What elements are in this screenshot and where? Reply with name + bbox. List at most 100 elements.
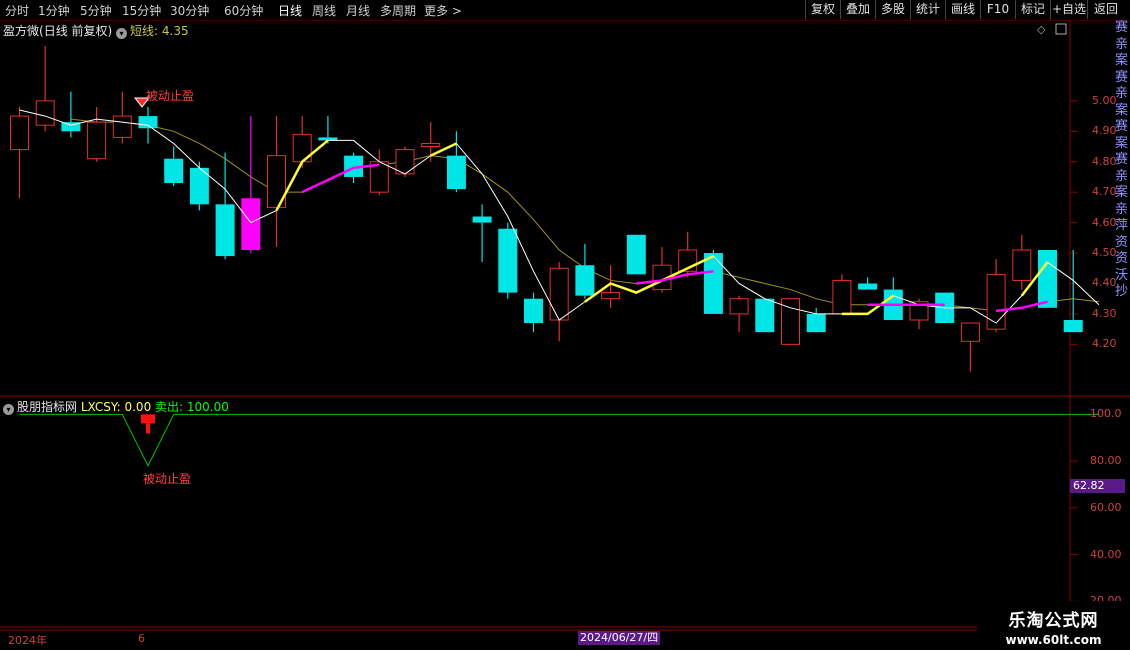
month-label: 6 [138,632,145,645]
magenta-trend-segment [995,300,1048,313]
candle-body [575,265,595,296]
price-tick-label: 4.70 [1092,185,1117,199]
candle-body [806,313,826,333]
candle-body [292,133,312,163]
candle-body [652,264,672,291]
candle-body [241,198,261,250]
candle-body [755,298,775,333]
draw-line-button[interactable]: 画线 [945,0,980,19]
candle-body [626,234,646,275]
watermark-title: 乐淘公式网 [1008,611,1099,631]
tab-5min[interactable]: 5分钟 [80,2,112,19]
short-label: 短线: [130,24,159,38]
fuquan-button[interactable]: 复权 [805,0,840,19]
sell-value: 100.00 [186,400,229,414]
candle-body [781,298,800,345]
back-button[interactable]: 返回 [1087,0,1124,19]
right-panel-edge: 赛亲案赛亲案赛案赛亲案亲萍资资沃抄 [1115,20,1129,299]
signal-label-indicator: 被动止盈 [143,472,192,486]
mark-button[interactable]: 标记 [1015,0,1050,19]
indicator-tick-label: 100.0 [1090,407,1122,421]
candle-body [858,283,878,290]
price-tick-label: 4.80 [1092,154,1117,168]
candle-body [935,292,955,324]
candle-body [524,298,543,324]
yellow-trend-segment [1020,261,1049,297]
stats-button[interactable]: 统计 [910,0,945,19]
tab-daily[interactable]: 日线 [278,2,302,19]
price-tick-label: 5.00 [1092,93,1117,107]
tab-30min[interactable]: 30分钟 [170,2,209,19]
overlay-button[interactable]: 叠加 [840,0,875,19]
price-tick-label: 4.40 [1092,276,1117,290]
cursor-date: 2024/06/27/四 [578,631,661,645]
sell-flag-icon [141,414,155,424]
candle-body [703,253,723,314]
short-value: 4.35 [161,24,189,38]
candle-body [318,137,338,141]
candle-body [472,216,492,223]
candle-body [395,149,415,175]
candle-body [601,292,621,300]
signal-line [19,109,1100,324]
yellow-trend-segment [584,254,714,303]
candle-body [267,155,286,208]
sell-flag-stem [146,423,150,434]
candle-body [1038,250,1057,308]
f10-button[interactable]: F10 [980,0,1015,19]
candle-body [678,249,698,272]
price-tick-label: 4.60 [1092,215,1117,229]
indicator-tick-label: 60.00 [1090,500,1122,514]
yellow-trend-segment [841,294,895,316]
price-tick-label: 4.90 [1092,124,1117,138]
yellow-trend-segment [430,142,457,157]
chevron-down-icon[interactable]: ▾ [3,404,14,415]
chevron-right-icon: > [448,4,462,18]
lxcsy-value: 0.00 [124,400,152,414]
tab-15min[interactable]: 15分钟 [122,2,161,19]
tab-60min[interactable]: 60分钟 [224,2,263,19]
tab-1min[interactable]: 1分钟 [38,2,70,19]
candle-body [87,121,107,160]
candle-body [883,289,903,320]
price-tick-label: 4.50 [1092,246,1117,260]
add-watchlist-button[interactable]: +自选 [1050,0,1087,19]
watermark: 乐淘公式网 www.60lt.com [977,601,1130,650]
yellow-trend-segment [275,139,329,212]
candle-body [189,167,209,205]
tab-monthly[interactable]: 月线 [346,2,370,19]
year-label: 2024年 [8,634,47,647]
candle-body [446,155,466,190]
ma-line [70,118,1099,312]
candle-body [1063,320,1083,333]
candle-body [35,100,55,126]
candle-body [549,267,569,321]
tab-fenshi[interactable]: 分时 [5,2,29,19]
candle-body [112,115,132,138]
chevron-down-icon[interactable]: ▾ [116,28,128,39]
indicator-line [19,413,1099,467]
cursor-value-badge: 62.82 [1070,479,1125,493]
candle-body [138,116,158,129]
indicator-title: ▾ 股朋指标网 LXCSY: 0.00 卖出: 100.00 [3,398,229,415]
watermark-url: www.60lt.com [1005,633,1102,647]
candle-body [498,228,518,293]
tab-weekly[interactable]: 周线 [312,2,336,19]
main-chart-title: 盈方微(日线 前复权) ▾ 短线: 4.35 [3,22,189,39]
candle-body [164,158,184,184]
diamond-icon[interactable]: ◇ [1037,23,1046,36]
stock-name: 盈方微 [3,24,40,38]
candle-body [344,155,364,177]
candle-body [832,279,852,315]
toolbar: 分时 1分钟 5分钟 15分钟 30分钟 60分钟 日线 周线 月线 多周期 更… [0,0,1130,21]
maximize-icon[interactable] [1055,23,1067,35]
tab-more[interactable]: 更多 > [424,2,462,19]
candle-body [729,298,749,315]
multi-stock-button[interactable]: 多股 [875,0,910,19]
candle-body [10,115,29,151]
candle-body [369,161,389,193]
candle-body [215,204,235,257]
tab-multi-period[interactable]: 多周期 [380,2,416,19]
signal-label-main: 被动止盈 [146,88,195,103]
candle-body [986,273,1006,330]
